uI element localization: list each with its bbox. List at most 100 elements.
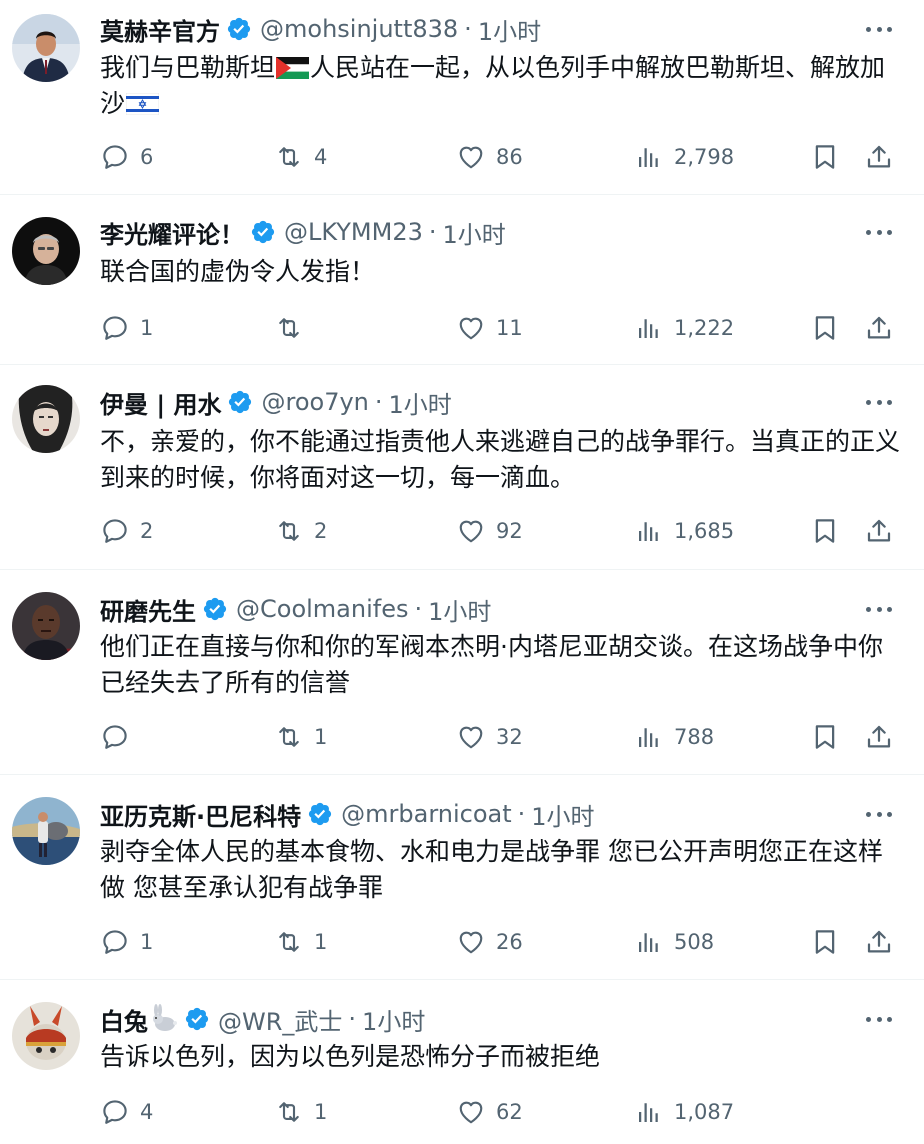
views-button[interactable]: 1,685 — [634, 514, 734, 548]
more-icon[interactable] — [866, 16, 892, 42]
bookmark-button[interactable] — [810, 925, 840, 959]
post-text: 联合国的虚伪令人发指！ — [100, 257, 376, 286]
heart-icon — [456, 722, 486, 752]
timestamp[interactable]: 1小时 — [443, 215, 506, 250]
verified-badge-icon — [227, 389, 253, 415]
more-icon[interactable] — [866, 1006, 892, 1032]
display-name[interactable]: 研磨先生 — [100, 592, 196, 627]
views-button[interactable]: 1,222 — [634, 311, 734, 345]
bookmark-icon — [810, 142, 840, 172]
analytics-icon — [634, 927, 664, 957]
avatar[interactable] — [12, 14, 80, 82]
retweet-button[interactable]: 4 — [274, 140, 327, 174]
reply-button[interactable]: 1 — [100, 311, 153, 345]
like-button[interactable]: 11 — [456, 311, 523, 345]
retweet-icon — [274, 142, 304, 172]
separator: · — [428, 218, 437, 246]
post-5[interactable]: 亚历克斯·巴尼科特 @mrbarnicoat · 1小时 剥夺全体人民的基本食物… — [0, 775, 924, 980]
like-button[interactable]: 62 — [456, 1095, 523, 1129]
timestamp[interactable]: 1小时 — [362, 1002, 425, 1037]
views-button[interactable]: 508 — [634, 925, 714, 959]
reply-count: 2 — [140, 519, 154, 543]
views-button[interactable]: 788 — [634, 720, 714, 754]
more-icon[interactable] — [866, 389, 892, 415]
post-2[interactable]: 李光耀评论！ @LKYMM23 · 1小时 联合国的虚伪令人发指！ 1 11 1… — [0, 195, 924, 365]
avatar[interactable] — [12, 1002, 80, 1070]
display-name[interactable]: 亚历克斯·巴尼科特 — [100, 797, 301, 832]
retweet-button[interactable]: 1 — [274, 925, 327, 959]
verified-badge-icon — [307, 801, 333, 827]
timestamp[interactable]: 1小时 — [428, 592, 491, 627]
retweet-button[interactable]: 1 — [274, 720, 327, 754]
display-name[interactable]: 李光耀评论！ — [100, 215, 244, 250]
timestamp[interactable]: 1小时 — [389, 385, 452, 420]
reply-button[interactable]: 1 — [100, 925, 153, 959]
timestamp[interactable]: 1小时 — [478, 12, 541, 47]
avatar[interactable] — [12, 797, 80, 865]
like-button[interactable]: 32 — [456, 720, 523, 754]
retweet-count: 4 — [314, 145, 328, 169]
separator: · — [464, 15, 472, 43]
retweet-button[interactable] — [274, 311, 314, 345]
share-button[interactable] — [864, 311, 894, 345]
handle[interactable]: @roo7yn — [261, 388, 368, 416]
reply-button[interactable]: 6 — [100, 140, 153, 174]
share-icon — [864, 722, 894, 752]
handle[interactable]: @mrbarnicoat — [341, 800, 512, 828]
analytics-icon — [634, 142, 664, 172]
handle[interactable]: @mohsinjutt838 — [260, 15, 458, 43]
more-icon[interactable] — [866, 219, 892, 245]
bookmark-icon — [810, 722, 840, 752]
more-icon[interactable] — [866, 596, 892, 622]
bookmark-button[interactable] — [810, 311, 840, 345]
share-button[interactable] — [864, 140, 894, 174]
reply-icon — [100, 722, 130, 752]
like-button[interactable]: 92 — [456, 514, 523, 548]
reply-icon — [100, 142, 130, 172]
retweet-count: 1 — [314, 725, 328, 749]
display-name[interactable]: 伊曼 | 用水 — [100, 385, 221, 420]
retweet-button[interactable]: 1 — [274, 1095, 327, 1129]
bookmark-button[interactable] — [810, 140, 840, 174]
reply-icon — [100, 927, 130, 957]
share-button[interactable] — [864, 514, 894, 548]
retweet-count: 2 — [314, 519, 328, 543]
reply-button[interactable] — [100, 720, 140, 754]
action-bar: 1 32 788 — [100, 720, 900, 754]
like-count: 11 — [496, 316, 523, 340]
share-icon — [864, 927, 894, 957]
analytics-icon — [634, 1097, 664, 1127]
share-button[interactable] — [864, 925, 894, 959]
post-4[interactable]: 研磨先生 @Coolmanifes · 1小时 他们正在直接与你和你的军阀本杰明… — [0, 570, 924, 775]
avatar[interactable] — [12, 592, 80, 660]
reply-button[interactable]: 2 — [100, 514, 153, 548]
post-6[interactable]: 白兔 @WR_武士 · 1小时 告诉以色列，因为以色列是恐怖分子而被拒绝 4 1… — [0, 980, 924, 1144]
handle[interactable]: @LKYMM23 — [284, 218, 423, 246]
view-count: 2,798 — [674, 145, 735, 169]
post-text: 他们正在直接与你和你的军阀本杰明·内塔尼亚胡交谈。在这场战争中你已经失去了所有的… — [100, 632, 883, 697]
post-3[interactable]: 伊曼 | 用水 @roo7yn · 1小时 不，亲爱的，你不能通过指责他人来逃避… — [0, 365, 924, 570]
handle[interactable]: @Coolmanifes — [236, 595, 408, 623]
timestamp[interactable]: 1小时 — [531, 797, 594, 832]
retweet-button[interactable]: 2 — [274, 514, 327, 548]
more-icon[interactable] — [866, 801, 892, 827]
display-name[interactable]: 莫赫辛官方 — [100, 12, 220, 47]
like-button[interactable]: 26 — [456, 925, 523, 959]
retweet-count: 1 — [314, 930, 328, 954]
post-1[interactable]: 莫赫辛官方 @mohsinjutt838 · 1小时 我们与巴勒斯坦 人民站在一起… — [0, 0, 924, 195]
views-button[interactable]: 2,798 — [634, 140, 734, 174]
views-button[interactable]: 1,087 — [634, 1095, 734, 1129]
handle[interactable]: @WR_武士 — [218, 1002, 342, 1037]
avatar[interactable] — [12, 385, 80, 453]
avatar[interactable] — [12, 217, 80, 285]
display-name[interactable]: 白兔 — [100, 1002, 148, 1037]
bookmark-button[interactable] — [810, 514, 840, 548]
reply-count: 6 — [140, 145, 154, 169]
reply-button[interactable]: 4 — [100, 1095, 153, 1129]
like-count: 32 — [496, 725, 523, 749]
like-button[interactable]: 86 — [456, 140, 523, 174]
heart-icon — [456, 1097, 486, 1127]
bookmark-button[interactable] — [810, 720, 840, 754]
like-count: 62 — [496, 1100, 523, 1124]
share-button[interactable] — [864, 720, 894, 754]
